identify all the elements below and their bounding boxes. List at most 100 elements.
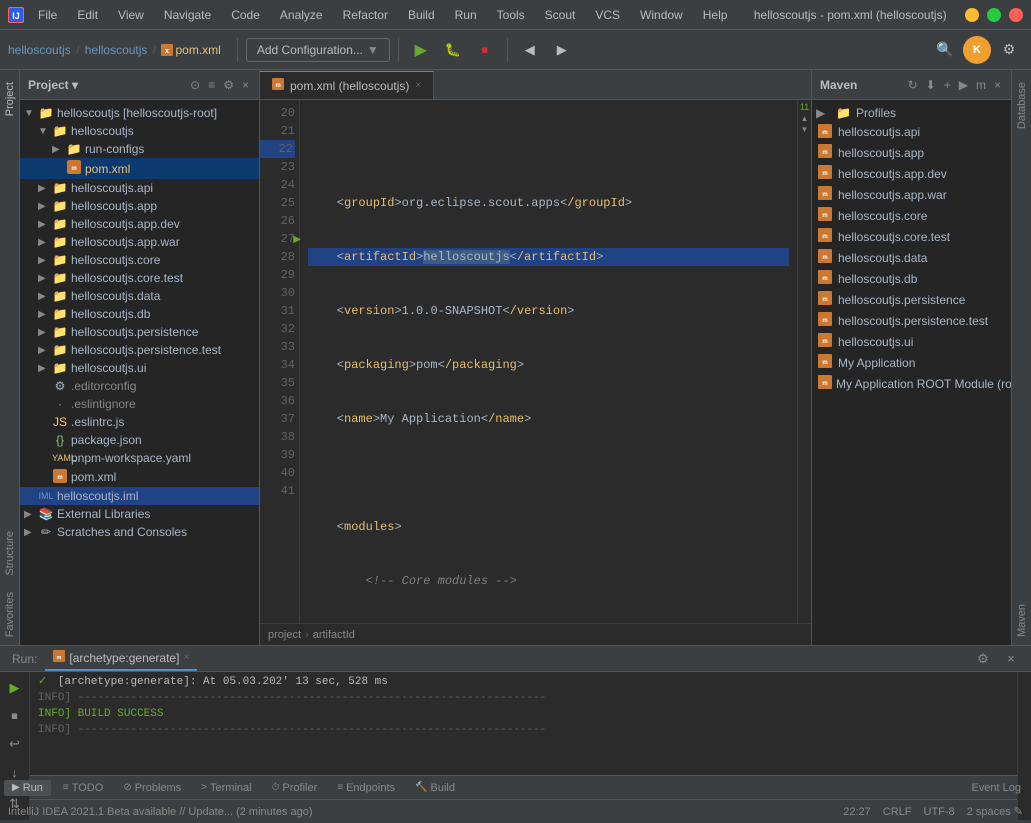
menu-refactor[interactable]: Refactor	[335, 6, 396, 24]
tree-item-helloscoutjs[interactable]: ▼ 📁 helloscoutjs	[20, 122, 259, 140]
status-message[interactable]: IntelliJ IDEA 2021.1 Beta available // U…	[8, 806, 313, 818]
tree-item-root[interactable]: ▼ 📁 helloscoutjs [helloscoutjs-root]	[20, 104, 259, 122]
maven-module-db[interactable]: m helloscoutjs.db	[812, 268, 1011, 289]
tree-item-editorconfig[interactable]: ⚙ .editorconfig	[20, 377, 259, 395]
search-everywhere-button[interactable]: 🔍	[931, 36, 959, 64]
menu-code[interactable]: Code	[223, 6, 268, 24]
user-profile-icon[interactable]: K	[963, 36, 991, 64]
project-hide-button[interactable]: ×	[240, 76, 251, 94]
maven-module-my-app[interactable]: m My Application	[812, 352, 1011, 373]
tree-item-api[interactable]: ▶ 📁 helloscoutjs.api	[20, 179, 259, 197]
nav-tab-run[interactable]: ▶ Run	[4, 780, 51, 796]
breadcrumb-project[interactable]: project	[268, 629, 301, 641]
menu-file[interactable]: File	[30, 6, 65, 24]
counter-down-icon[interactable]: ▼	[801, 125, 809, 134]
run-tab-close-icon[interactable]: ×	[183, 652, 189, 663]
tree-item-run-configs[interactable]: ▶ 📁 run-configs	[20, 140, 259, 158]
menu-view[interactable]: View	[110, 6, 152, 24]
counter-up-icon[interactable]: ▲	[801, 114, 809, 123]
project-settings-button[interactable]: ⚙	[221, 76, 236, 94]
maven-module-core[interactable]: m helloscoutjs.core	[812, 205, 1011, 226]
breadcrumb-artifactid[interactable]: artifactId	[313, 629, 355, 641]
tree-item-iml[interactable]: IML helloscoutjs.iml	[20, 487, 259, 505]
menu-help[interactable]: Help	[695, 6, 736, 24]
menu-edit[interactable]: Edit	[69, 6, 106, 24]
sidebar-tab-maven-right[interactable]: Maven	[1014, 596, 1030, 645]
tree-item-pom-xml-root[interactable]: m pom.xml	[20, 467, 259, 487]
tree-item-eslintignore[interactable]: · .eslintignore	[20, 395, 259, 413]
menu-analyze[interactable]: Analyze	[272, 6, 331, 24]
sidebar-tab-database[interactable]: Database	[1014, 74, 1030, 137]
maven-module-my-app-root[interactable]: m My Application ROOT Module (ro	[812, 373, 1011, 394]
line-ending-indicator[interactable]: CRLF	[883, 806, 912, 818]
tree-item-app-dev[interactable]: ▶ 📁 helloscoutjs.app.dev	[20, 215, 259, 233]
run-tab-archetype[interactable]: m [archetype:generate] ×	[45, 646, 197, 671]
tree-item-pom-xml-main[interactable]: m pom.xml	[20, 158, 259, 179]
maven-module-app-dev[interactable]: m helloscoutjs.app.dev	[812, 163, 1011, 184]
add-configuration-button[interactable]: Add Configuration... ▼	[246, 38, 390, 62]
bottom-stop-button[interactable]: ⏹	[3, 704, 27, 728]
minimize-button[interactable]	[965, 8, 979, 22]
tree-item-ui[interactable]: ▶ 📁 helloscoutjs.ui	[20, 359, 259, 377]
toolbar-forward-button[interactable]: ▶	[548, 36, 576, 64]
bottom-scroll-bar[interactable]	[1017, 672, 1031, 820]
tree-item-persistence[interactable]: ▶ 📁 helloscoutjs.persistence	[20, 323, 259, 341]
tree-item-app[interactable]: ▶ 📁 helloscoutjs.app	[20, 197, 259, 215]
toolbar-back-button[interactable]: ◀	[516, 36, 544, 64]
collapse-all-button[interactable]: ≡	[206, 76, 217, 94]
tree-item-core-test[interactable]: ▶ 📁 helloscoutjs.core.test	[20, 269, 259, 287]
bottom-rerun-button[interactable]: ↩	[3, 732, 27, 756]
nav-tab-terminal[interactable]: > Terminal	[193, 780, 259, 796]
nav-tab-profiler[interactable]: ⏱ Profiler	[264, 780, 326, 796]
tree-item-package-json[interactable]: {} package.json	[20, 431, 259, 449]
encoding-indicator[interactable]: UTF-8	[924, 806, 955, 818]
maven-close-button[interactable]: ×	[992, 76, 1003, 94]
tree-item-eslintrc[interactable]: JS .eslintrc.js	[20, 413, 259, 431]
tree-item-pnpm-yaml[interactable]: YAML pnpm-workspace.yaml	[20, 449, 259, 467]
tree-item-db[interactable]: ▶ 📁 helloscoutjs.db	[20, 305, 259, 323]
maven-profiles-section[interactable]: ▶ 📁 Profiles	[812, 104, 1011, 122]
menu-vcs[interactable]: VCS	[587, 6, 628, 24]
tree-item-external-libs[interactable]: ▶ 📚 External Libraries	[20, 505, 259, 523]
indent-indicator[interactable]: 2 spaces ✎	[967, 805, 1023, 818]
tree-item-app-war[interactable]: ▶ 📁 helloscoutjs.app.war	[20, 233, 259, 251]
maven-run-button[interactable]: ▶	[957, 76, 970, 94]
bottom-settings-button[interactable]: ⚙	[971, 647, 995, 671]
bottom-close-button[interactable]: ×	[999, 647, 1023, 671]
close-button[interactable]	[1009, 8, 1023, 22]
menu-tools[interactable]: Tools	[489, 6, 533, 24]
maximize-button[interactable]	[987, 8, 1001, 22]
tree-item-scratches[interactable]: ▶ ✏ Scratches and Consoles	[20, 523, 259, 541]
maven-module-core-test[interactable]: m helloscoutjs.core.test	[812, 226, 1011, 247]
maven-reload-button[interactable]: ↻	[906, 76, 920, 94]
nav-tab-todo[interactable]: ≡ TODO	[55, 780, 111, 796]
menu-build[interactable]: Build	[400, 6, 443, 24]
bottom-run-button[interactable]: ▶	[3, 676, 27, 700]
maven-module-data[interactable]: m helloscoutjs.data	[812, 247, 1011, 268]
maven-module-persistence-test[interactable]: m helloscoutjs.persistence.test	[812, 310, 1011, 331]
settings-button[interactable]: ⚙	[995, 36, 1023, 64]
menu-scout[interactable]: Scout	[537, 6, 584, 24]
maven-module-app-war[interactable]: m helloscoutjs.app.war	[812, 184, 1011, 205]
menu-window[interactable]: Window	[632, 6, 691, 24]
stop-button[interactable]: ⏹	[471, 36, 499, 64]
maven-module-api[interactable]: m helloscoutjs.api	[812, 122, 1011, 142]
menu-run[interactable]: Run	[447, 6, 485, 24]
editor-tab-pom[interactable]: m pom.xml (helloscoutjs) ×	[260, 71, 434, 99]
maven-add-button[interactable]: +	[942, 76, 953, 94]
maven-download-button[interactable]: ⬇	[924, 76, 938, 94]
nav-tab-problems[interactable]: ⊘ Problems	[115, 780, 189, 796]
tree-item-persistence-test[interactable]: ▶ 📁 helloscoutjs.persistence.test	[20, 341, 259, 359]
menu-navigate[interactable]: Navigate	[156, 6, 219, 24]
nav-tab-endpoints[interactable]: ≡ Endpoints	[329, 780, 403, 796]
tab-close-icon[interactable]: ×	[415, 80, 421, 91]
tree-item-data[interactable]: ▶ 📁 helloscoutjs.data	[20, 287, 259, 305]
code-editor[interactable]: <groupId>org.eclipse.scout.apps</groupId…	[300, 100, 797, 623]
event-log-link[interactable]: Event Log	[965, 782, 1027, 794]
nav-tab-build[interactable]: 🔨 Build	[407, 780, 463, 796]
maven-module-ui[interactable]: m helloscoutjs.ui	[812, 331, 1011, 352]
run-button[interactable]: ▶	[407, 36, 435, 64]
debug-button[interactable]: 🐛	[439, 36, 467, 64]
editor-content[interactable]: 20 21 22 23 24 25 26 27 ▶ 28 29 30 31 32…	[260, 100, 811, 623]
maven-module-persistence[interactable]: m helloscoutjs.persistence	[812, 289, 1011, 310]
